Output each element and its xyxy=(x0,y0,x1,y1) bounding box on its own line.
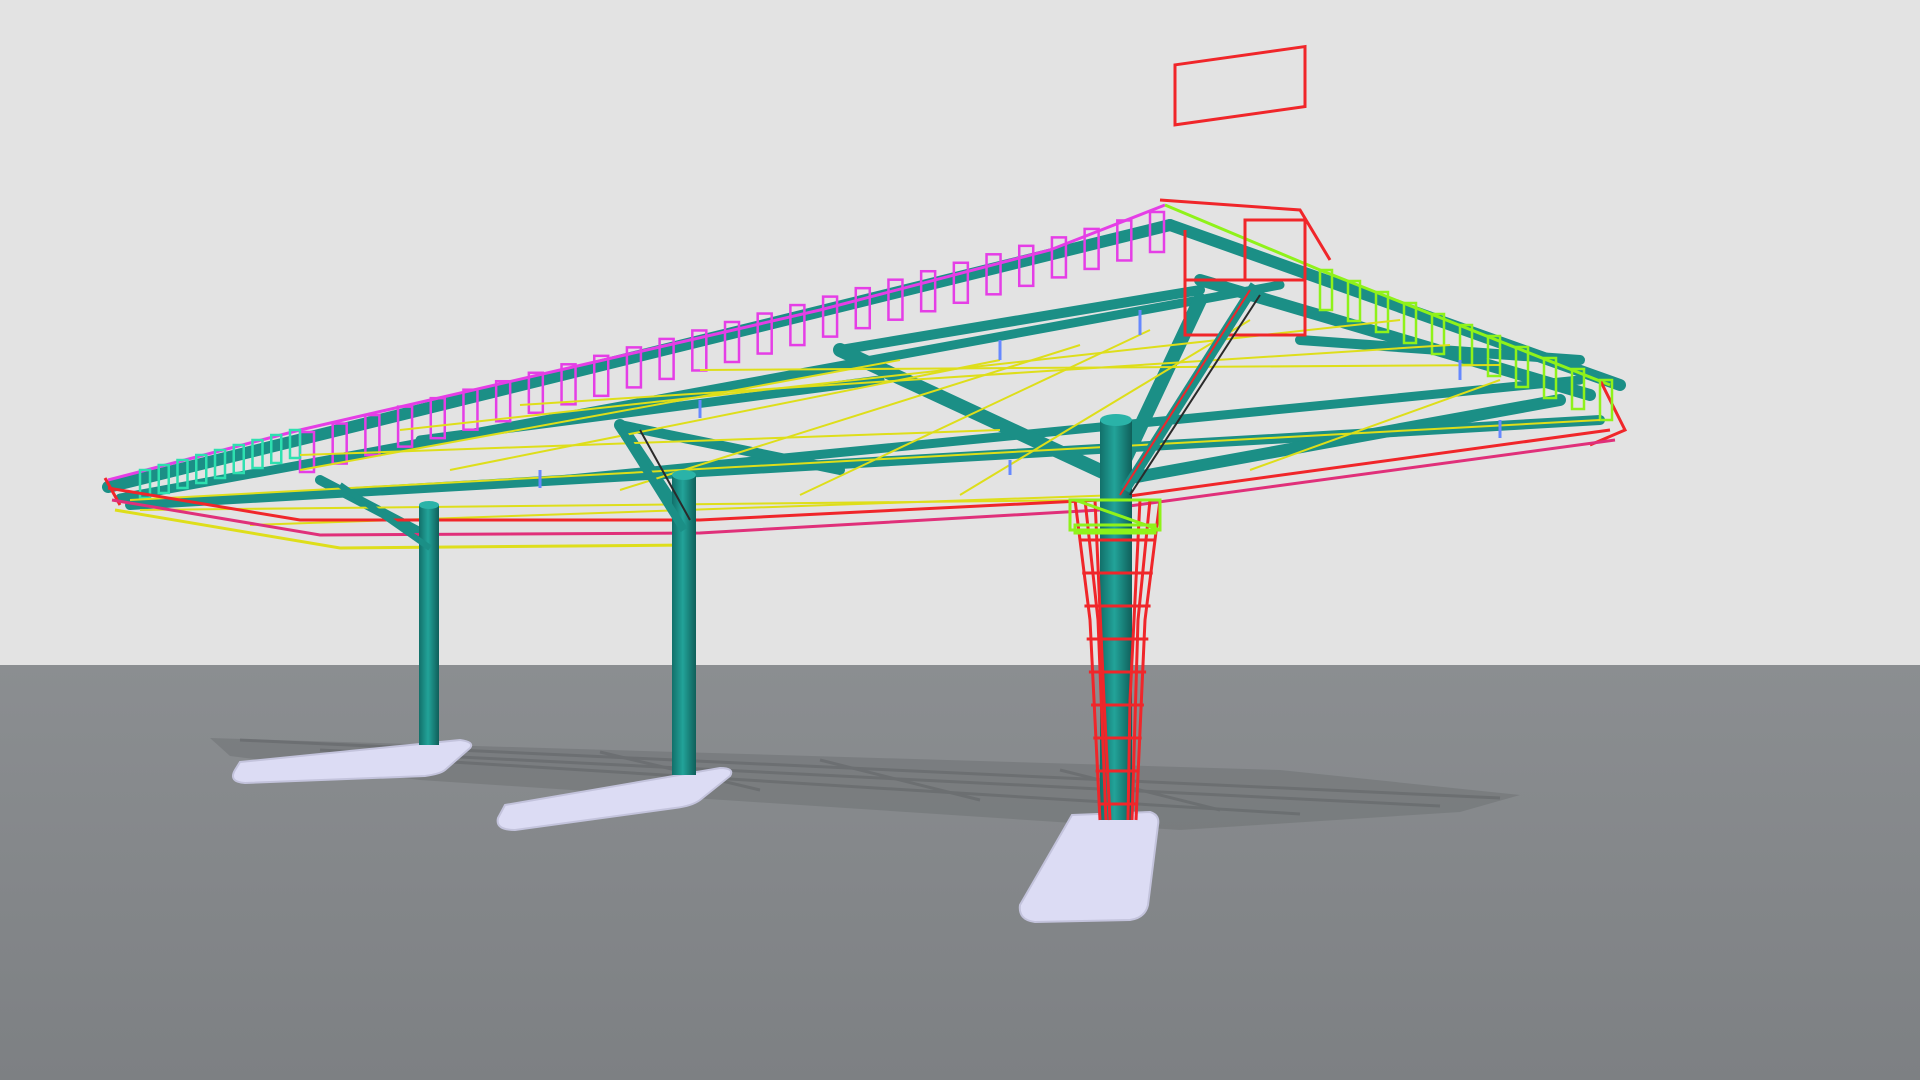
ground-plane xyxy=(0,665,1920,1080)
structure-scene[interactable] xyxy=(0,0,1920,1080)
3d-viewport[interactable] xyxy=(0,0,1920,1080)
